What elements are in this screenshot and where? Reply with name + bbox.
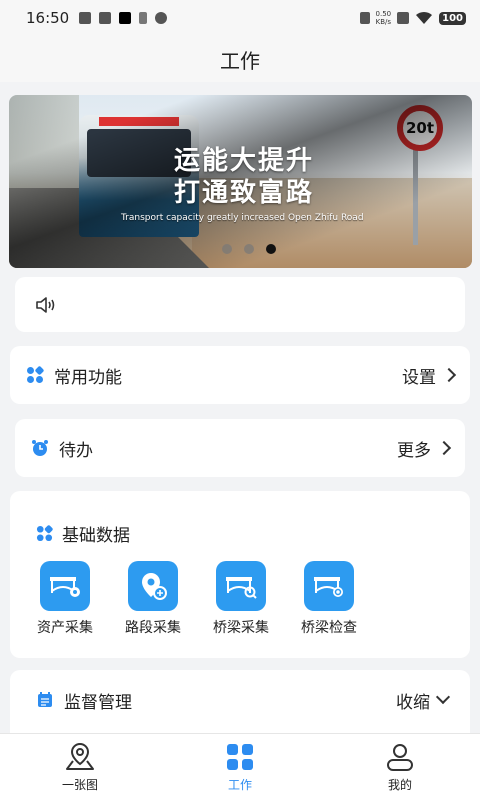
todo-card: 待办 更多	[15, 419, 465, 477]
grid-icon	[227, 744, 253, 770]
apps-icon	[36, 525, 53, 542]
location-pin-icon	[128, 561, 178, 611]
tab-label: 一张图	[61, 778, 98, 792]
carousel-dot-active[interactable]	[266, 244, 276, 254]
usb-icon	[139, 12, 148, 24]
map-pin-icon	[66, 742, 94, 770]
tab-mine[interactable]: 我的	[320, 734, 480, 800]
status-bar: 16:50 0.50 KB/s 100	[0, 0, 480, 36]
vibrate-icon	[359, 12, 370, 24]
basic-data-header: 基础数据	[36, 521, 130, 546]
carousel-dot[interactable]	[222, 244, 232, 254]
collapse-toggle[interactable]: 收缩	[396, 688, 451, 713]
notice-bar[interactable]	[15, 277, 465, 332]
bridge-search-icon	[216, 561, 266, 611]
tile-label: 路段采集	[125, 620, 181, 636]
todo-label: 待办	[59, 440, 93, 461]
tile-road-section-collection[interactable]: 路段采集	[120, 561, 186, 637]
wifi-icon	[416, 11, 433, 24]
banner-headline-line1: 运能大提升	[174, 146, 315, 176]
compass-icon	[155, 12, 168, 24]
truck-gear-icon	[40, 561, 90, 611]
banner-carousel[interactable]: 20t 运能大提升 打通致富路 Transport capacity great…	[9, 95, 472, 268]
speaker-icon	[36, 296, 55, 313]
status-system-icons: 0.50 KB/s 100	[359, 10, 466, 26]
tile-label: 资产采集	[37, 620, 93, 636]
bottom-tab-bar: 一张图 工作 我的	[0, 733, 480, 800]
status-time: 16:50	[26, 9, 70, 27]
network-speed-unit: KB/s	[375, 18, 392, 26]
user-icon	[387, 744, 413, 771]
common-functions-card: 常用功能 设置	[10, 346, 470, 404]
status-notification-icons	[79, 12, 168, 24]
tile-asset-collection[interactable]: 资产采集	[32, 561, 98, 637]
settings-link[interactable]: 设置	[402, 363, 457, 388]
bridge-check-icon	[304, 561, 354, 611]
alarm-clock-icon	[32, 440, 48, 456]
supervision-header: 监督管理 收缩	[10, 670, 470, 730]
basic-data-grid: 资产采集 路段采集 桥梁采集 桥梁检查	[32, 561, 362, 637]
carousel-dots	[222, 244, 276, 254]
settings-link-label: 设置	[402, 367, 436, 388]
chevron-right-icon	[441, 367, 457, 383]
network-speed-value: 0.50	[375, 10, 392, 18]
apps-icon	[27, 366, 44, 383]
tab-label: 我的	[387, 778, 412, 792]
notification-icon	[99, 12, 112, 24]
common-functions-label: 常用功能	[54, 367, 122, 388]
more-link-label: 更多	[397, 440, 431, 461]
no-sim-icon	[397, 12, 410, 24]
chevron-down-icon	[435, 689, 451, 705]
banner-subline: Transport capacity greatly increased Ope…	[121, 213, 364, 223]
tile-label: 桥梁采集	[213, 620, 269, 636]
tab-work[interactable]: 工作	[160, 734, 320, 800]
tile-bridge-collection[interactable]: 桥梁采集	[208, 561, 274, 637]
tile-label: 桥梁检查	[301, 620, 357, 636]
tiktok-icon	[119, 12, 132, 24]
tile-bridge-inspection[interactable]: 桥梁检查	[296, 561, 362, 637]
calendar-icon	[38, 692, 52, 707]
tab-label: 工作	[227, 778, 252, 792]
page-title: 工作	[0, 36, 480, 82]
basic-data-label: 基础数据	[62, 526, 130, 546]
tab-map[interactable]: 一张图	[0, 734, 160, 800]
network-speed: 0.50 KB/s	[376, 10, 392, 26]
carousel-dot[interactable]	[244, 244, 254, 254]
basic-data-card: 基础数据 资产采集 路段采集 桥梁采集 桥梁检查	[10, 491, 470, 658]
banner-headline-line2: 打通致富路	[174, 178, 315, 208]
banner-headline: 运能大提升 打通致富路	[174, 145, 314, 209]
notification-icon	[79, 12, 92, 24]
collapse-toggle-label: 收缩	[396, 692, 430, 713]
battery-indicator: 100	[439, 11, 466, 25]
chevron-right-icon	[436, 440, 452, 456]
supervision-label: 监督管理	[64, 692, 132, 713]
more-link[interactable]: 更多	[397, 436, 452, 461]
